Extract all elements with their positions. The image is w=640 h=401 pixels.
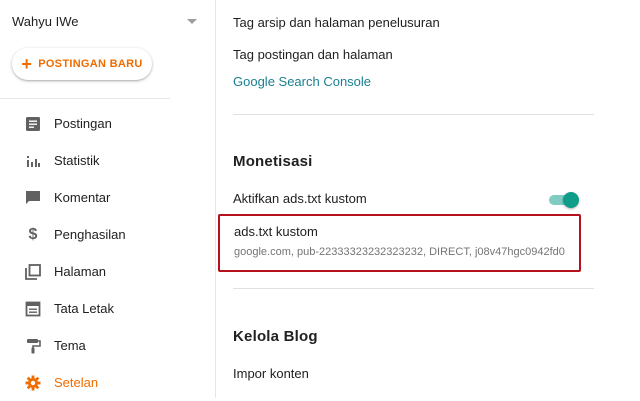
archive-tags-setting[interactable]: Tag arsip dan halaman penelusuran (233, 15, 440, 30)
import-content-setting[interactable]: Impor konten (233, 366, 309, 381)
caret-down-icon (187, 19, 197, 24)
blog-switcher[interactable]: Wahyu IWe (12, 12, 197, 32)
sidebar-item-halaman[interactable]: Halaman (0, 253, 215, 290)
google-search-console-link[interactable]: Google Search Console (233, 74, 371, 89)
custom-ads-txt-toggle[interactable] (547, 192, 579, 208)
new-post-label: POSTINGAN BARU (38, 58, 143, 70)
toggle-knob (563, 192, 579, 208)
sidebar-item-statistik[interactable]: Statistik (0, 142, 215, 179)
settings-panel: Tag arsip dan halaman penelusuran Tag po… (216, 0, 640, 398)
pages-icon (24, 263, 42, 281)
sidebar-item-label: Postingan (54, 116, 112, 131)
sidebar-item-label: Halaman (54, 264, 107, 279)
monetisasi-heading: Monetisasi (233, 153, 313, 170)
sidebar-item-label: Setelan (54, 375, 99, 390)
sidebar-item-komentar[interactable]: Komentar (0, 179, 215, 216)
ads-txt-value: google.com, pub-22333323232323232, DIREC… (234, 246, 565, 258)
sidebar-item-label: Statistik (54, 153, 100, 168)
stats-icon (24, 152, 42, 170)
new-post-button[interactable]: + POSTINGAN BARU (12, 48, 152, 80)
sidebar-item-penghasilan[interactable]: $ Penghasilan (0, 216, 215, 253)
sidebar-item-setelan[interactable]: Setelan (0, 364, 215, 401)
posts-icon (24, 115, 42, 133)
comment-icon (24, 189, 42, 207)
sidebar-item-label: Penghasilan (54, 227, 126, 242)
blog-name: Wahyu IWe (12, 14, 79, 29)
custom-ads-txt-toggle-label: Aktifkan ads.txt kustom (233, 191, 367, 206)
ads-txt-title: ads.txt kustom (234, 224, 318, 239)
sidebar-item-label: Komentar (54, 190, 111, 205)
sidebar-item-label: Tata Letak (54, 301, 114, 316)
sidebar-item-label: Tema (54, 338, 86, 353)
post-tags-setting[interactable]: Tag postingan dan halaman (233, 47, 393, 62)
sidebar: Wahyu IWe + POSTINGAN BARU Postingan Sta… (0, 0, 215, 398)
kelola-blog-heading: Kelola Blog (233, 328, 318, 345)
sidebar-item-postingan[interactable]: Postingan (0, 105, 215, 142)
section-divider (233, 288, 594, 289)
layout-icon (24, 300, 42, 318)
plus-icon: + (21, 53, 33, 74)
dollar-icon: $ (28, 225, 38, 243)
sidebar-item-tema[interactable]: Tema (0, 327, 215, 364)
sidebar-divider (0, 98, 170, 99)
custom-ads-txt-field[interactable]: ads.txt kustom google.com, pub-223333232… (218, 214, 581, 272)
sidebar-nav: Postingan Statistik Komentar $ Penghasil… (0, 105, 215, 401)
gear-icon (24, 374, 42, 392)
paint-roller-icon (24, 337, 42, 355)
sidebar-item-tata-letak[interactable]: Tata Letak (0, 290, 215, 327)
section-divider (233, 114, 594, 115)
